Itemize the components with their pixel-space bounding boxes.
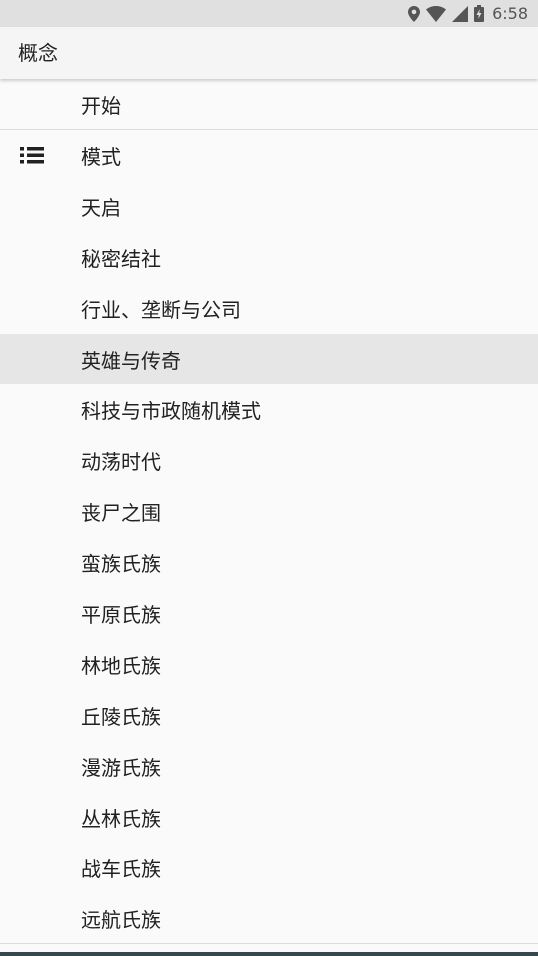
list-item[interactable]: 英雄与传奇 — [0, 333, 538, 385]
list-item[interactable]: 蛮族氏族 — [0, 537, 538, 588]
wifi-icon — [426, 5, 447, 22]
status-bar: 6:58 — [0, 0, 538, 27]
list-item[interactable]: 行业、垄断与公司 — [0, 283, 538, 334]
concept-list: 模式天启秘密结社行业、垄断与公司 英雄与传奇科技与市政随机模式 动荡时代丧尸之围蛮族… — [0, 130, 538, 944]
list-icon — [20, 147, 44, 164]
list-item-label: 林地氏族 — [81, 653, 161, 678]
list-item-label: 蛮族氏族 — [81, 552, 161, 577]
list-item-label: 远航氏族 — [81, 908, 161, 933]
location-icon — [408, 5, 421, 22]
navigation-bar-edge — [0, 952, 538, 956]
list-item[interactable]: 丘陵氏族 — [0, 690, 538, 741]
list-item[interactable]: 远航氏族 — [0, 893, 538, 944]
list-item-label: 战车氏族 — [81, 857, 161, 882]
status-time: 6:58 — [492, 4, 528, 23]
list-item[interactable]: 天启 — [0, 181, 538, 232]
list-item-label: 模式 — [81, 144, 121, 169]
list-item-label: 科技与市政随机模式 — [81, 399, 261, 424]
list-item[interactable]: 漫游氏族 — [0, 741, 538, 792]
list-item[interactable]: 丛林氏族 — [0, 792, 538, 843]
start-item-label: 开始 — [81, 93, 121, 118]
page-title: 概念 — [18, 41, 58, 65]
list-item[interactable]: 动荡时代 — [0, 435, 538, 486]
list-item-label: 丧尸之围 — [81, 501, 161, 526]
list-item[interactable]: 模式 — [0, 130, 538, 181]
list-item-label: 天启 — [81, 195, 121, 220]
start-item[interactable]: 开始 — [0, 79, 538, 129]
list-item[interactable]: 林地氏族 — [0, 639, 538, 690]
list-item-label: 英雄与传奇 — [81, 348, 181, 373]
signal-icon — [452, 5, 469, 22]
list-item-label: 丛林氏族 — [81, 806, 161, 831]
list-item[interactable]: 平原氏族 — [0, 588, 538, 639]
concept-list-container: 开始 模式天启秘密结社行业、垄断与公司 英雄与传奇科技与市政随机模式 动荡时代丧尸之… — [0, 79, 538, 943]
list-item-label: 秘密结社 — [81, 246, 161, 271]
list-item-label: 漫游氏族 — [81, 755, 161, 780]
bottom-divider — [0, 943, 538, 944]
list-item[interactable]: 科技与市政随机模式 — [0, 384, 538, 435]
list-item-label: 丘陵氏族 — [81, 704, 161, 729]
list-item[interactable]: 丧尸之围 — [0, 486, 538, 537]
list-item-label: 平原氏族 — [81, 602, 161, 627]
list-item-label: 行业、垄断与公司 — [81, 297, 241, 322]
list-item[interactable]: 战车氏族 — [0, 842, 538, 893]
list-item-label: 动荡时代 — [81, 450, 161, 475]
battery-charging-icon — [474, 5, 485, 22]
list-item[interactable]: 秘密结社 — [0, 232, 538, 283]
status-icons: 6:58 — [408, 0, 528, 27]
app-bar: 概念 — [0, 27, 538, 79]
